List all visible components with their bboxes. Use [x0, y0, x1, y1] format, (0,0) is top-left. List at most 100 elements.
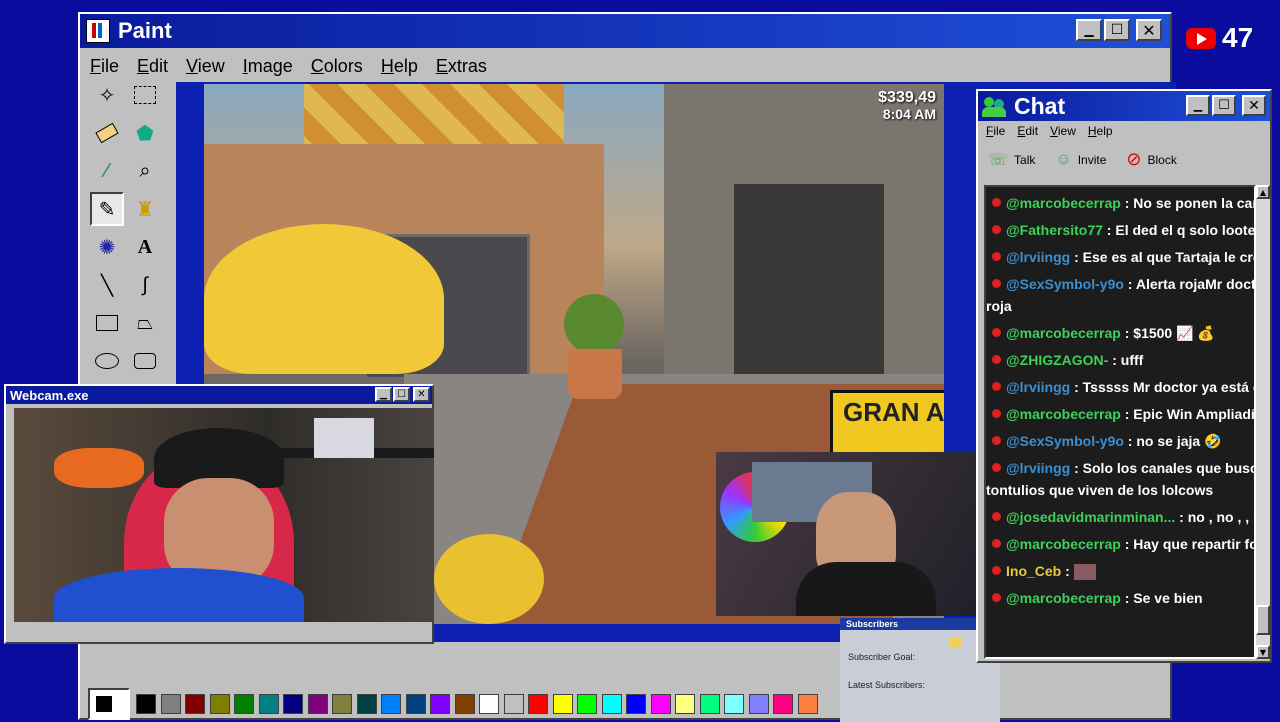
palette-swatch[interactable]	[405, 694, 426, 714]
maximize-button[interactable]: ☐	[1104, 19, 1130, 41]
palette-swatch[interactable]	[332, 694, 352, 714]
palette-swatch[interactable]	[503, 694, 524, 714]
palette-swatch[interactable]	[675, 694, 695, 714]
youtube-dot-icon	[992, 382, 1001, 391]
chat-minimize-button[interactable]: ▁	[1186, 95, 1210, 116]
chat-maximize-button[interactable]: ☐	[1212, 95, 1236, 116]
scroll-down-button[interactable]: ▼	[1256, 645, 1270, 659]
chat-username[interactable]: @marcobecerrap	[1006, 536, 1121, 552]
palette-swatch[interactable]	[479, 694, 499, 714]
palette-swatch[interactable]	[185, 694, 205, 714]
rounded-rect-icon[interactable]	[128, 344, 162, 378]
menu-colors[interactable]: Colors	[311, 56, 363, 77]
airbrush-icon[interactable]: ✺	[90, 230, 124, 264]
webcam-title: Webcam.exe	[10, 387, 89, 403]
palette-swatch[interactable]	[528, 694, 548, 714]
youtube-dot-icon	[992, 463, 1001, 472]
webcam-maximize-button[interactable]: ☐	[393, 387, 410, 402]
menu-extras[interactable]: Extras	[436, 56, 487, 77]
scroll-up-button[interactable]: ▲	[1256, 185, 1270, 199]
chat-titlebar[interactable]: Chat ▁ ☐ ✕	[978, 91, 1270, 121]
chat-username[interactable]: @Fathersito77	[1006, 222, 1103, 238]
palette-swatch[interactable]	[552, 694, 573, 714]
palette-swatch[interactable]	[650, 694, 671, 714]
palette-swatch[interactable]	[797, 694, 818, 714]
chat-menu-view[interactable]: View	[1050, 124, 1076, 138]
palette-swatch[interactable]	[699, 694, 720, 714]
chat-separator: :	[1061, 563, 1074, 579]
free-select-icon[interactable]: ✧	[90, 78, 124, 112]
menu-view[interactable]: View	[186, 56, 225, 77]
chat-message-log[interactable]: @marcobecerrap : No se ponen la camiseta…	[984, 185, 1256, 659]
chat-username[interactable]: @marcobecerrap	[1006, 406, 1121, 422]
palette-swatch[interactable]	[454, 694, 475, 714]
block-icon: ⊘	[1126, 149, 1142, 169]
pencil-icon[interactable]: ✎	[90, 192, 124, 226]
fill-bucket-icon[interactable]: ⬟	[128, 116, 162, 150]
chat-username[interactable]: @josedavidmarinminan...	[1006, 509, 1175, 525]
curve-icon[interactable]: ∫	[128, 268, 162, 302]
menu-help[interactable]: Help	[381, 56, 418, 77]
palette-swatch[interactable]	[724, 694, 744, 714]
palette-swatch[interactable]	[430, 694, 450, 714]
chat-username[interactable]: @SexSymbol-y9o	[1006, 276, 1124, 292]
brush-icon[interactable]: ♜	[128, 192, 162, 226]
rect-select-icon[interactable]	[128, 78, 162, 112]
palette-swatch[interactable]	[381, 694, 401, 714]
palette-swatch[interactable]	[601, 694, 622, 714]
chat-separator: :	[1123, 433, 1137, 449]
chat-username[interactable]: @lrviingg	[1006, 460, 1070, 476]
palette-swatch[interactable]	[234, 694, 254, 714]
talk-button[interactable]: ☏ Talk	[988, 150, 1035, 170]
invite-button[interactable]: ☺ Invite	[1055, 151, 1106, 169]
current-colors[interactable]	[88, 688, 130, 720]
ellipse-icon[interactable]	[90, 344, 124, 378]
webcam-close-button[interactable]: ✕	[413, 387, 430, 402]
rectangle-icon[interactable]	[90, 306, 124, 340]
menu-image[interactable]: Image	[243, 56, 293, 77]
youtube-viewer-badge: 47	[1186, 22, 1253, 54]
chat-username[interactable]: @SexSymbol-y9o	[1006, 433, 1124, 449]
minimize-button[interactable]: ▁	[1076, 19, 1102, 41]
paint-titlebar[interactable]: Paint ▁ ☐ ✕	[80, 14, 1170, 48]
chat-username[interactable]: @lrviingg	[1006, 379, 1070, 395]
chat-username[interactable]: @marcobecerrap	[1006, 325, 1121, 341]
palette-swatch[interactable]	[258, 694, 279, 714]
webcam-titlebar[interactable]: Webcam.exe ▁ ☐ ✕	[6, 386, 432, 404]
chat-username[interactable]: Ino_Ceb	[1006, 563, 1061, 579]
palette-swatch[interactable]	[577, 694, 597, 714]
youtube-icon	[1186, 27, 1216, 49]
chat-username[interactable]: @ZHIGZAGON-	[1006, 352, 1108, 368]
text-tool-icon[interactable]: A	[128, 230, 162, 264]
chat-menu-edit[interactable]: Edit	[1017, 124, 1038, 138]
chat-separator: :	[1108, 352, 1121, 368]
chat-scrollbar[interactable]: ▲ ▼	[1256, 185, 1270, 659]
chat-menu-file[interactable]: File	[986, 124, 1005, 138]
palette-swatch[interactable]	[209, 694, 230, 714]
color-picker-icon[interactable]: ⁄	[90, 154, 124, 188]
chat-menu-help[interactable]: Help	[1088, 124, 1113, 138]
palette-swatch[interactable]	[307, 694, 328, 714]
close-button[interactable]: ✕	[1136, 19, 1162, 41]
polygon-icon[interactable]: ⏢	[128, 306, 162, 340]
palette-swatch[interactable]	[136, 694, 156, 714]
chat-username[interactable]: @marcobecerrap	[1006, 195, 1121, 211]
eraser-icon[interactable]	[90, 116, 124, 150]
chat-username[interactable]: @lrviingg	[1006, 249, 1070, 265]
block-button[interactable]: ⊘ Block	[1126, 149, 1176, 170]
menu-file[interactable]: File	[90, 56, 119, 77]
folder-icon	[950, 638, 962, 647]
line-icon[interactable]: ╲	[90, 268, 124, 302]
chat-username[interactable]: @marcobecerrap	[1006, 590, 1121, 606]
chat-close-button[interactable]: ✕	[1242, 95, 1266, 116]
palette-swatch[interactable]	[283, 694, 303, 714]
palette-swatch[interactable]	[356, 694, 377, 714]
scroll-thumb[interactable]	[1256, 605, 1270, 635]
menu-edit[interactable]: Edit	[137, 56, 168, 77]
palette-swatch[interactable]	[160, 694, 181, 714]
palette-swatch[interactable]	[626, 694, 646, 714]
palette-swatch[interactable]	[773, 694, 793, 714]
magnifier-icon[interactable]: ⌕	[128, 154, 162, 188]
webcam-minimize-button[interactable]: ▁	[375, 387, 392, 402]
palette-swatch[interactable]	[748, 694, 769, 714]
